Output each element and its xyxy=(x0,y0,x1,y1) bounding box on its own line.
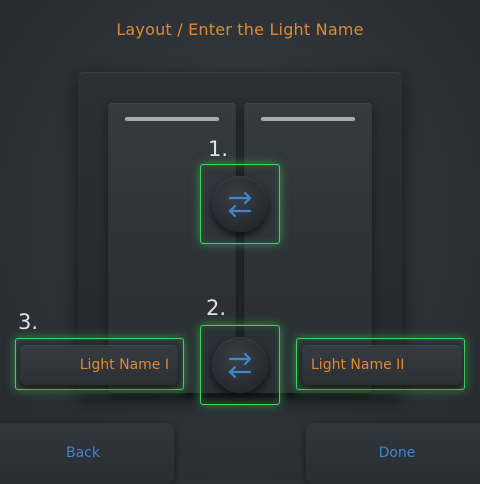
swap-arrows-icon xyxy=(228,352,252,379)
step-1-label: 1. xyxy=(208,137,229,161)
swap-button-2[interactable] xyxy=(212,337,268,393)
back-button[interactable]: Back xyxy=(0,424,174,484)
light-name-field-2[interactable]: Light Name II xyxy=(302,345,462,385)
step-3-label: 3. xyxy=(18,310,39,334)
swap-button-1[interactable] xyxy=(212,176,268,232)
rocker-indicator-bar xyxy=(261,117,355,121)
step-2-label: 2. xyxy=(206,296,227,320)
light-name-field-1[interactable]: Light Name I xyxy=(20,345,178,385)
page-title: Layout / Enter the Light Name xyxy=(116,20,364,39)
done-button[interactable]: Done xyxy=(306,424,480,484)
swap-arrows-icon xyxy=(228,191,252,218)
rocker-indicator-bar xyxy=(125,117,219,121)
